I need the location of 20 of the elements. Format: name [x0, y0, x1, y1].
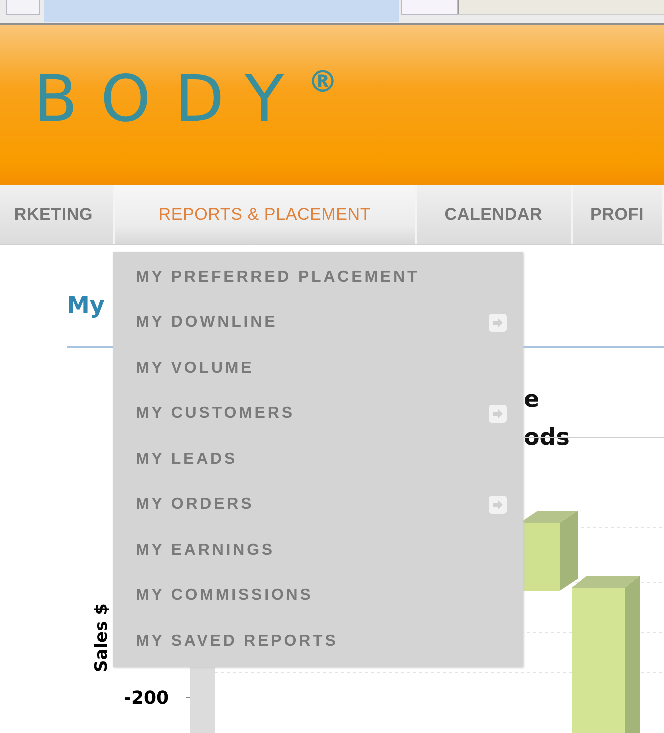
- nav-tab[interactable]: PROFI: [572, 185, 664, 244]
- menu-item[interactable]: MY CUSTOMERS: [136, 405, 295, 424]
- menu-item[interactable]: MY PREFERRED PLACEMENT: [136, 268, 420, 287]
- menu-item[interactable]: MY LEADS: [136, 450, 238, 469]
- browser-field[interactable]: [6, 0, 40, 15]
- logo: BODY®: [34, 68, 338, 132]
- browser-tab[interactable]: [44, 0, 399, 22]
- menu-item[interactable]: MY COMMISSIONS: [136, 587, 314, 606]
- menu-item[interactable]: MY DOWNLINE: [136, 314, 278, 332]
- menu-item[interactable]: MY ORDERS: [136, 496, 254, 514]
- menu-item[interactable]: MY VOLUME: [136, 360, 254, 378]
- nav-tab[interactable]: CALENDAR: [416, 185, 573, 244]
- menu-item[interactable]: MY EARNINGS: [136, 542, 276, 560]
- nav-tab[interactable]: REPORTS & PLACEMENT: [115, 185, 417, 244]
- page-heading: My: [67, 293, 105, 319]
- browser-button[interactable]: [401, 0, 458, 15]
- chart-title: e: [524, 386, 541, 415]
- axis-tick-label: -200: [124, 688, 170, 709]
- axis-label: Sales $: [92, 602, 112, 674]
- menu-item[interactable]: MY SAVED REPORTS: [136, 632, 338, 651]
